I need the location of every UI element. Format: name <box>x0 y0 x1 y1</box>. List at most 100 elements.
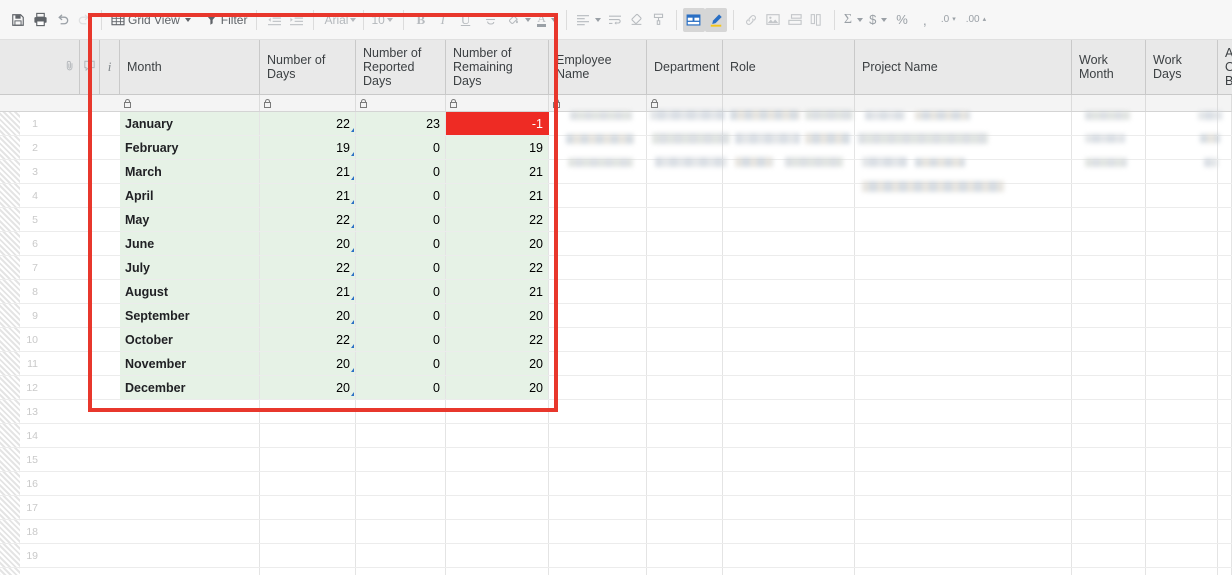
grid-cell[interactable] <box>446 472 549 495</box>
grid-cell[interactable] <box>1146 376 1218 399</box>
grid-cell[interactable] <box>260 400 356 423</box>
grid-cell[interactable]: 22 <box>260 112 356 135</box>
grid-cell[interactable] <box>1218 352 1232 375</box>
text-color-button[interactable]: A <box>534 8 560 32</box>
chevron-down-icon[interactable] <box>350 17 357 22</box>
grid-cell[interactable] <box>647 544 723 567</box>
insert-column-icon[interactable] <box>806 8 828 32</box>
image-icon[interactable] <box>762 8 784 32</box>
grid-cell[interactable]: 20 <box>260 232 356 255</box>
table-row[interactable]: 20 <box>0 568 1232 575</box>
grid-cell[interactable]: 0 <box>356 136 446 159</box>
grid-cell[interactable] <box>1146 328 1218 351</box>
table-row[interactable]: 5 May 22 0 22 <box>0 208 1232 232</box>
grid-cell[interactable]: 21 <box>260 160 356 183</box>
grid-cell[interactable]: 20 <box>446 352 549 375</box>
grid-cell[interactable] <box>120 400 260 423</box>
grid-cell[interactable] <box>549 280 647 303</box>
grid-cell[interactable]: September <box>120 304 260 327</box>
row-number[interactable]: 20 <box>20 568 40 575</box>
grid-cell[interactable] <box>723 256 855 279</box>
grid-cell[interactable] <box>855 424 1072 447</box>
grid-cell[interactable]: 19 <box>446 136 549 159</box>
table-row[interactable]: 12 December 20 0 20 <box>0 376 1232 400</box>
grid-cell[interactable] <box>647 400 723 423</box>
grid-cell[interactable] <box>647 280 723 303</box>
column-lock-cell[interactable] <box>549 95 647 111</box>
chevron-down-icon[interactable] <box>525 17 532 22</box>
grid-cell[interactable] <box>1218 448 1232 471</box>
table-row[interactable]: 9 September 20 0 20 <box>0 304 1232 328</box>
italic-button[interactable]: I <box>432 8 454 32</box>
row-drag-handle[interactable] <box>0 112 20 135</box>
grid-cell[interactable]: -1 <box>446 112 549 135</box>
grid-cell[interactable]: 20 <box>446 376 549 399</box>
row-number[interactable]: 4 <box>20 184 40 207</box>
grid-view-button[interactable]: Grid View <box>108 8 194 32</box>
grid-cell[interactable] <box>446 568 549 575</box>
row-drag-handle[interactable] <box>0 160 20 183</box>
table-row[interactable]: 13 <box>0 400 1232 424</box>
font-size-select[interactable]: 10 <box>367 13 396 27</box>
grid-cell[interactable]: 0 <box>356 160 446 183</box>
grid-cell[interactable] <box>647 376 723 399</box>
undo-icon[interactable] <box>51 8 73 32</box>
grid-cell[interactable] <box>1218 232 1232 255</box>
column-header[interactable]: Project Name <box>855 40 1072 94</box>
grid-cell[interactable] <box>1146 400 1218 423</box>
row-number[interactable]: 16 <box>20 472 40 495</box>
row-number[interactable]: 1 <box>20 112 40 135</box>
table-row[interactable]: 10 October 22 0 22 <box>0 328 1232 352</box>
wrap-text-icon[interactable] <box>604 8 626 32</box>
chevron-down-icon[interactable] <box>857 17 864 22</box>
grid-cell[interactable] <box>723 544 855 567</box>
grid-cell[interactable] <box>1146 472 1218 495</box>
column-lock-cell[interactable] <box>260 95 356 111</box>
grid-cell[interactable] <box>855 568 1072 575</box>
grid-cell[interactable] <box>1146 424 1218 447</box>
font-family-select[interactable]: Arial <box>320 13 360 27</box>
row-number[interactable]: 17 <box>20 496 40 519</box>
grid-cell[interactable] <box>549 232 647 255</box>
grid-cell[interactable] <box>446 424 549 447</box>
grid-cell[interactable] <box>855 280 1072 303</box>
grid-cell[interactable]: 20 <box>260 376 356 399</box>
row-number[interactable]: 10 <box>20 328 40 351</box>
table-row[interactable]: 8 August 21 0 21 <box>0 280 1232 304</box>
grid-cell[interactable] <box>1072 208 1146 231</box>
grid-cell[interactable] <box>260 568 356 575</box>
attachment-column[interactable] <box>60 40 80 94</box>
grid-cell[interactable] <box>1146 520 1218 543</box>
grid-cell[interactable]: March <box>120 160 260 183</box>
grid-cell[interactable]: August <box>120 280 260 303</box>
row-drag-handle[interactable] <box>0 376 20 399</box>
grid-cell[interactable]: January <box>120 112 260 135</box>
grid-cell[interactable] <box>1218 136 1232 159</box>
grid-cell[interactable] <box>1072 568 1146 575</box>
grid-cell[interactable] <box>549 496 647 519</box>
column-lock-cell[interactable] <box>356 95 446 111</box>
grid-cell[interactable] <box>549 256 647 279</box>
grid-cell[interactable] <box>549 568 647 575</box>
column-header[interactable]: Role <box>723 40 855 94</box>
grid-cell[interactable] <box>260 448 356 471</box>
grid-cell[interactable] <box>1072 520 1146 543</box>
row-number[interactable]: 7 <box>20 256 40 279</box>
grid-cell[interactable] <box>1218 568 1232 575</box>
column-header[interactable]: Number of Days <box>260 40 356 94</box>
row-number[interactable]: 13 <box>20 400 40 423</box>
grid-cell[interactable] <box>723 352 855 375</box>
row-number[interactable]: 6 <box>20 232 40 255</box>
merge-cells-button[interactable] <box>682 7 705 32</box>
grid-cell[interactable] <box>1072 424 1146 447</box>
row-number[interactable]: 5 <box>20 208 40 231</box>
column-header[interactable]: Work Month <box>1072 40 1146 94</box>
grid-cell[interactable]: 20 <box>260 304 356 327</box>
row-drag-handle[interactable] <box>0 424 20 447</box>
grid-cell[interactable]: 0 <box>356 304 446 327</box>
grid-cell[interactable]: October <box>120 328 260 351</box>
table-row[interactable]: 4 April 21 0 21 <box>0 184 1232 208</box>
grid-cell[interactable] <box>1146 448 1218 471</box>
grid-cell[interactable]: 22 <box>446 256 549 279</box>
grid-cell[interactable] <box>356 544 446 567</box>
